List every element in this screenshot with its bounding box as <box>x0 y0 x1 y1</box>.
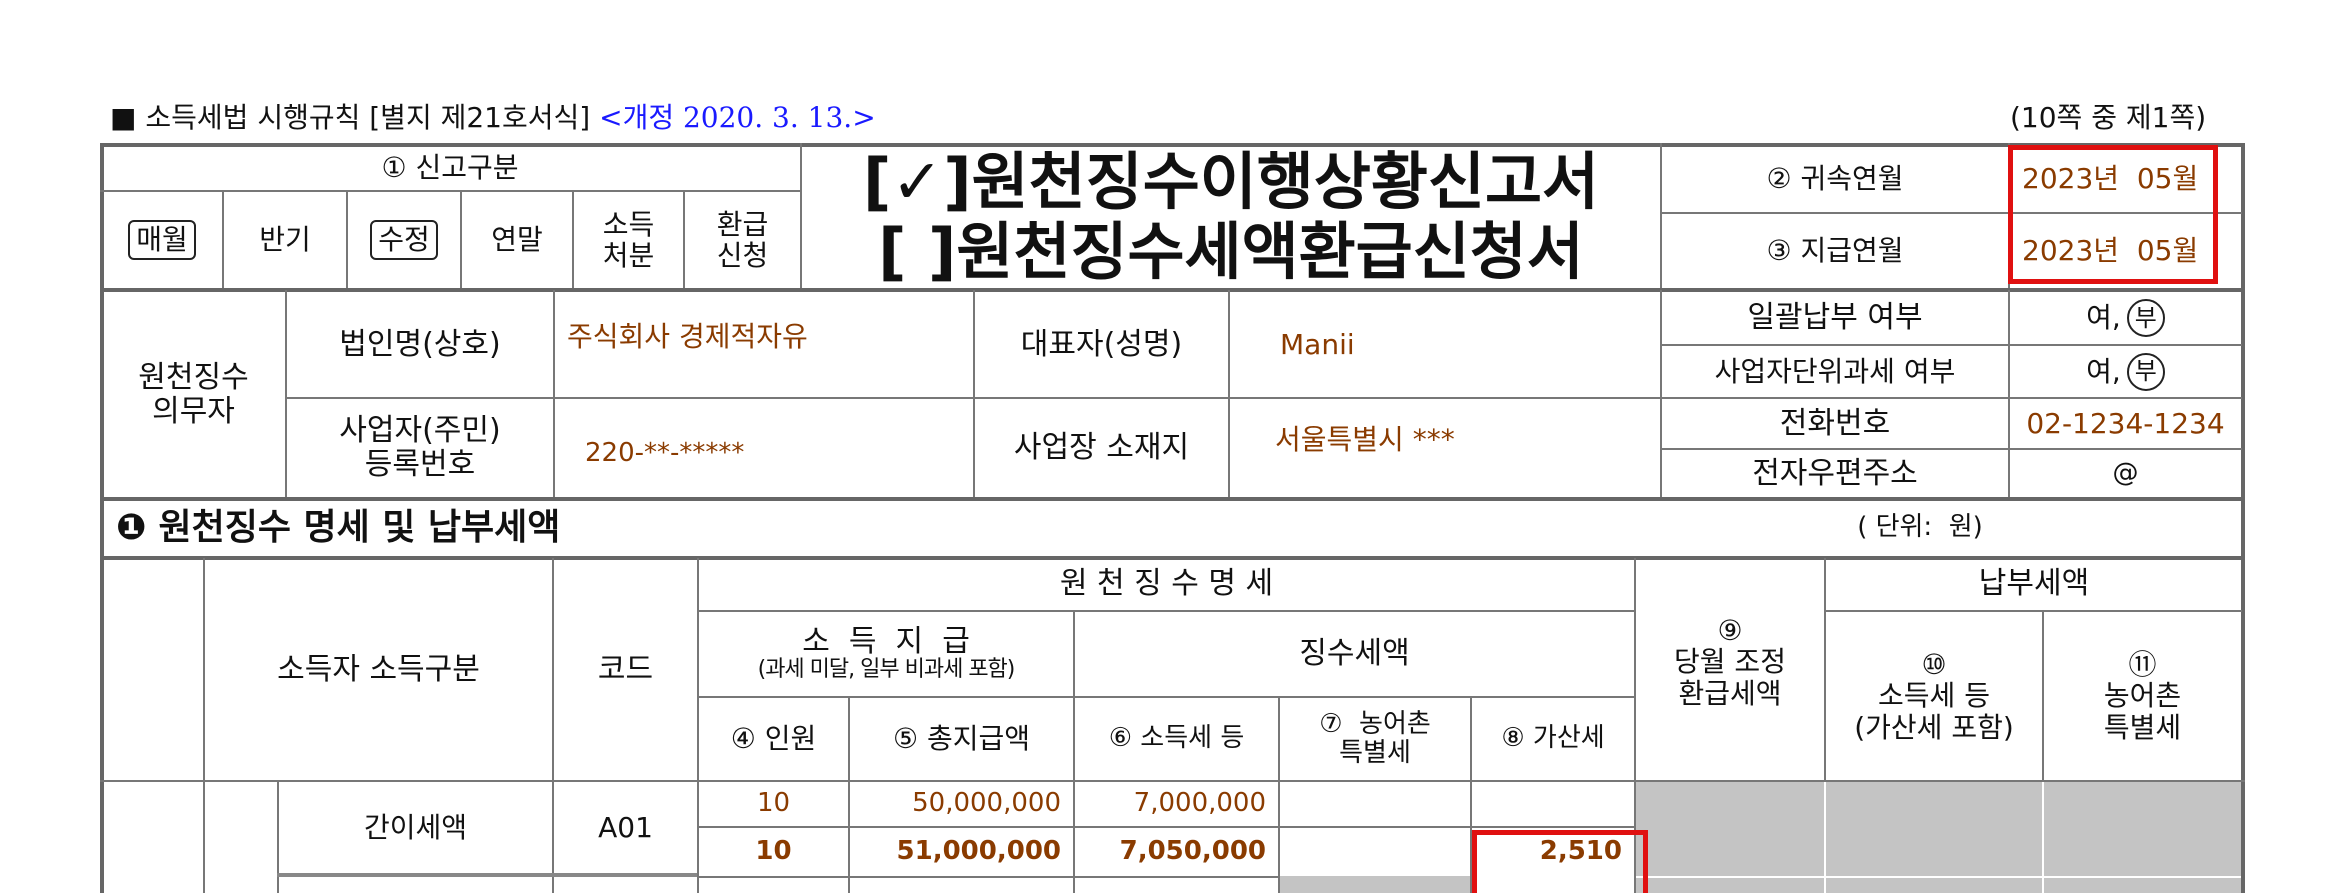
monthly-selected-box: 매월 <box>128 220 196 260</box>
bulk-yes-text: 여, <box>2086 301 2121 335</box>
col10-header: ⑩ 소득세 등 (가산세 포함) <box>1854 647 2014 744</box>
pay-tax-header: 납부세액 <box>1978 566 2090 602</box>
email-label: 전자우편주소 <box>1752 455 1918 491</box>
belong-month-label: ② 귀속연월 <box>1766 161 1904 195</box>
payment-header: 소 득 지 급 (과세 미달, 일부 비과세 포함) <box>699 612 1073 696</box>
col8-header: ⑧ 가산세 <box>1501 723 1605 754</box>
unit-tax-no-circled: 부 <box>2126 352 2165 391</box>
business-address-value[interactable]: 서울특별시 *** <box>1230 399 1660 481</box>
phone-label: 전화번호 <box>1779 405 1891 441</box>
representative-label: 대표자(성명) <box>1020 326 1183 362</box>
filing-refund-option[interactable]: 환급 신청 <box>685 192 800 288</box>
withheld-tax-header: 징수세액 <box>1299 636 1410 672</box>
col4-header: ④ 인원 <box>730 722 817 756</box>
business-address-label: 사업장 소재지 <box>1013 430 1190 466</box>
amend-selected-box: 수정 <box>370 220 438 260</box>
form-reference: ■ 소득세법 시행규칙 [별지 제21호서식] <개정 2020. 3. 13.… <box>110 96 876 136</box>
law-reference: 소득세법 시행규칙 [별지 제21호서식] <box>145 101 591 134</box>
payment-header-sub: (과세 미달, 일부 비과세 포함) <box>757 657 1016 683</box>
revision-date: <개정 2020. 3. 13.> <box>599 101 876 134</box>
section1-bullet: ❶ <box>116 506 147 548</box>
row1-tax[interactable]: 7,000,000 <box>1075 782 1278 826</box>
table-row-name: 간이세액 <box>363 810 468 844</box>
bulk-no-circled: 부 <box>2126 299 2165 337</box>
form-title-withholding: [✓]원천징수이행상황신고서 <box>862 145 1600 219</box>
code-header: 코드 <box>597 652 654 688</box>
bulk-payment-label: 일괄납부 여부 <box>1747 300 1923 336</box>
filing-half-option[interactable]: 반기 <box>224 192 346 288</box>
col5-header: ⑤ 총지급액 <box>892 722 1031 756</box>
unit-tax-yes-text: 여, <box>2086 354 2121 388</box>
withholding-detail-header: 원 천 징 수 명 세 <box>1059 566 1274 602</box>
square-bullet: ■ <box>110 101 137 134</box>
highlight-months <box>2008 145 2218 284</box>
adjust-refund-header: ⑨ 당월 조정 환급세액 <box>1674 614 1786 710</box>
table-row-code: A01 <box>598 810 653 844</box>
bulk-payment-value[interactable]: 여, 부 <box>2010 292 2241 344</box>
row2-total[interactable]: 51,000,000 <box>850 828 1073 876</box>
business-number-value[interactable]: 220-**-***** <box>555 410 973 497</box>
filing-yearend-option[interactable]: 연말 <box>462 192 572 288</box>
section1-title-text: 원천징수 명세 및 납부세액 <box>158 506 561 548</box>
unit-tax-label: 사업자단위과세 여부 <box>1714 354 1956 388</box>
filing-monthly-option[interactable]: 매월 <box>102 192 222 288</box>
agent-section-label: 원천징수 의무자 <box>138 359 249 429</box>
corp-name-value[interactable]: 주식회사 경제적자유 <box>555 292 973 382</box>
form-title-refund: [ ]원천징수세액환급신청서 <box>878 215 1584 289</box>
row2-tax[interactable]: 7,050,000 <box>1075 828 1278 876</box>
shaded-area-col7 <box>1280 876 1470 893</box>
filing-disposal-option[interactable]: 소득 처분 <box>574 192 683 288</box>
highlight-penalty <box>1472 830 1648 893</box>
col7-header: ⑦ 농어촌 특별세 <box>1319 708 1431 768</box>
row1-count[interactable]: 10 <box>699 782 848 826</box>
business-number-label: 사업자(주민) 등록번호 <box>339 413 501 482</box>
page-indicator: (10쪽 중 제1쪽) <box>2010 101 2207 134</box>
phone-value[interactable]: 02-1234-1234 <box>2010 399 2241 448</box>
col11-header: ⑪ 농어촌 특별세 <box>2103 647 2182 744</box>
unit-note: ( 단위: 원) <box>1857 512 1983 543</box>
pay-month-label: ③ 지급연월 <box>1766 234 1904 268</box>
income-class-header: 소득자 소득구분 <box>277 652 480 688</box>
section1-title: ❶ 원천징수 명세 및 납부세액 <box>102 500 1302 556</box>
unit-tax-value[interactable]: 여, 부 <box>2010 346 2241 397</box>
corp-name-label: 법인명(상호) <box>339 326 501 362</box>
filing-amend-option[interactable]: 수정 <box>348 192 460 288</box>
payment-header-title: 소 득 지 급 <box>802 623 970 659</box>
row1-total[interactable]: 50,000,000 <box>850 782 1073 826</box>
row2-count[interactable]: 10 <box>699 828 848 876</box>
representative-value[interactable]: Manii <box>1230 292 1660 397</box>
email-value[interactable]: @ <box>2010 450 2241 497</box>
filing-type-label: ① 신고구분 <box>381 150 519 184</box>
col6-header: ⑥ 소득세 등 <box>1108 723 1245 754</box>
